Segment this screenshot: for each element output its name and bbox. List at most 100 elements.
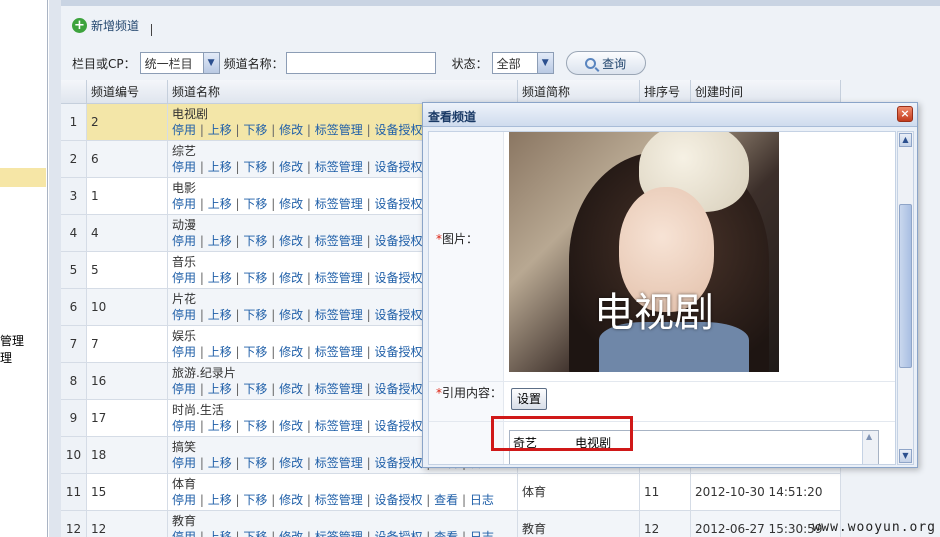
device-auth-link[interactable]: 设备授权 [374, 345, 422, 359]
disable-link[interactable]: 停用 [172, 308, 196, 322]
device-auth-link[interactable]: 设备授权 [374, 308, 422, 322]
move-down-link[interactable]: 下移 [243, 345, 267, 359]
header-order[interactable]: 排序号 [640, 80, 691, 103]
dialog-titlebar[interactable]: 查看频道 × [423, 103, 917, 127]
tag-manage-link[interactable]: 标签管理 [315, 271, 363, 285]
scroll-up-icon[interactable]: ▲ [899, 133, 912, 147]
move-down-link[interactable]: 下移 [243, 419, 267, 433]
disable-link[interactable]: 停用 [172, 493, 196, 507]
move-up-link[interactable]: 上移 [208, 271, 232, 285]
edit-link[interactable]: 修改 [279, 530, 303, 537]
move-down-link[interactable]: 下移 [243, 382, 267, 396]
device-auth-link[interactable]: 设备授权 [374, 493, 422, 507]
move-up-link[interactable]: 上移 [208, 456, 232, 470]
channel-name-input[interactable] [285, 52, 436, 74]
device-auth-link[interactable]: 设备授权 [374, 234, 422, 248]
edit-link[interactable]: 修改 [279, 197, 303, 211]
move-down-link[interactable]: 下移 [243, 308, 267, 322]
disable-link[interactable]: 停用 [172, 456, 196, 470]
textarea-scrollbar[interactable] [862, 431, 878, 464]
header-name[interactable]: 频道名称 [168, 80, 518, 103]
edit-link[interactable]: 修改 [279, 345, 303, 359]
disable-link[interactable]: 停用 [172, 345, 196, 359]
nav-item-text[interactable]: 管理 [0, 332, 24, 349]
move-down-link[interactable]: 下移 [243, 271, 267, 285]
move-down-link[interactable]: 下移 [243, 123, 267, 137]
add-channel-button[interactable]: + 新增频道 [72, 17, 139, 34]
tag-manage-link[interactable]: 标签管理 [315, 382, 363, 396]
column-select[interactable]: 统一栏目 ▼ [139, 52, 220, 74]
table-row[interactable]: 11 15 体育 停用 | 上移 | 下移 | 修改 | 标签管理 | 设备授权 | … [61, 474, 841, 511]
move-up-link[interactable]: 上移 [208, 382, 232, 396]
tag-manage-link[interactable]: 标签管理 [315, 456, 363, 470]
move-down-link[interactable]: 下移 [243, 197, 267, 211]
move-down-link[interactable]: 下移 [243, 493, 267, 507]
edit-link[interactable]: 修改 [279, 234, 303, 248]
chevron-down-icon[interactable]: ▼ [536, 53, 553, 73]
move-up-link[interactable]: 上移 [208, 234, 232, 248]
device-auth-link[interactable]: 设备授权 [374, 530, 422, 537]
dialog-scrollbar[interactable]: ▲ ▼ [897, 131, 914, 465]
device-auth-link[interactable]: 设备授权 [374, 271, 422, 285]
log-link[interactable]: 日志 [470, 530, 494, 537]
edit-link[interactable]: 修改 [279, 419, 303, 433]
move-down-link[interactable]: 下移 [243, 530, 267, 537]
move-up-link[interactable]: 上移 [208, 197, 232, 211]
move-up-link[interactable]: 上移 [208, 493, 232, 507]
move-up-link[interactable]: 上移 [208, 419, 232, 433]
query-button[interactable]: 查询 [565, 51, 646, 75]
edit-link[interactable]: 修改 [279, 271, 303, 285]
edit-link[interactable]: 修改 [279, 123, 303, 137]
device-auth-link[interactable]: 设备授权 [374, 197, 422, 211]
device-auth-link[interactable]: 设备授权 [374, 123, 422, 137]
set-button[interactable]: 设置 [511, 388, 547, 410]
view-link[interactable]: 查看 [434, 493, 458, 507]
tag-manage-link[interactable]: 标签管理 [315, 530, 363, 537]
tag-manage-link[interactable]: 标签管理 [315, 234, 363, 248]
disable-link[interactable]: 停用 [172, 530, 196, 537]
splitter[interactable] [49, 0, 61, 537]
edit-link[interactable]: 修改 [279, 382, 303, 396]
tag-manage-link[interactable]: 标签管理 [315, 308, 363, 322]
device-auth-link[interactable]: 设备授权 [374, 382, 422, 396]
edit-link[interactable]: 修改 [279, 456, 303, 470]
move-up-link[interactable]: 上移 [208, 308, 232, 322]
tag-manage-link[interactable]: 标签管理 [315, 419, 363, 433]
close-icon[interactable]: × [897, 106, 913, 122]
move-down-link[interactable]: 下移 [243, 160, 267, 174]
disable-link[interactable]: 停用 [172, 234, 196, 248]
status-select[interactable]: 全部 ▼ [491, 52, 554, 74]
tag-manage-link[interactable]: 标签管理 [315, 345, 363, 359]
header-code[interactable]: 频道编号 [87, 80, 168, 103]
log-link[interactable]: 日志 [470, 493, 494, 507]
scroll-down-icon[interactable]: ▼ [899, 449, 912, 463]
device-auth-link[interactable]: 设备授权 [374, 456, 422, 470]
device-auth-link[interactable]: 设备授权 [374, 160, 422, 174]
move-down-link[interactable]: 下移 [243, 234, 267, 248]
disable-link[interactable]: 停用 [172, 382, 196, 396]
move-up-link[interactable]: 上移 [208, 345, 232, 359]
disable-link[interactable]: 停用 [172, 419, 196, 433]
nav-highlight[interactable] [0, 168, 46, 187]
edit-link[interactable]: 修改 [279, 308, 303, 322]
edit-link[interactable]: 修改 [279, 160, 303, 174]
header-short[interactable]: 频道简称 [518, 80, 640, 103]
move-down-link[interactable]: 下移 [243, 456, 267, 470]
chevron-down-icon[interactable]: ▼ [202, 53, 219, 73]
tag-manage-link[interactable]: 标签管理 [315, 493, 363, 507]
device-auth-link[interactable]: 设备授权 [374, 419, 422, 433]
move-up-link[interactable]: 上移 [208, 530, 232, 537]
disable-link[interactable]: 停用 [172, 123, 196, 137]
disable-link[interactable]: 停用 [172, 197, 196, 211]
tag-manage-link[interactable]: 标签管理 [315, 197, 363, 211]
tag-manage-link[interactable]: 标签管理 [315, 160, 363, 174]
view-link[interactable]: 查看 [434, 530, 458, 537]
header-time[interactable]: 创建时间 [691, 80, 841, 103]
edit-link[interactable]: 修改 [279, 493, 303, 507]
disable-link[interactable]: 停用 [172, 160, 196, 174]
move-up-link[interactable]: 上移 [208, 160, 232, 174]
disable-link[interactable]: 停用 [172, 271, 196, 285]
table-row[interactable]: 12 12 教育 停用 | 上移 | 下移 | 修改 | 标签管理 | 设备授权 | … [61, 511, 841, 537]
tag-manage-link[interactable]: 标签管理 [315, 123, 363, 137]
nav-item-text[interactable]: 理 [0, 349, 12, 366]
